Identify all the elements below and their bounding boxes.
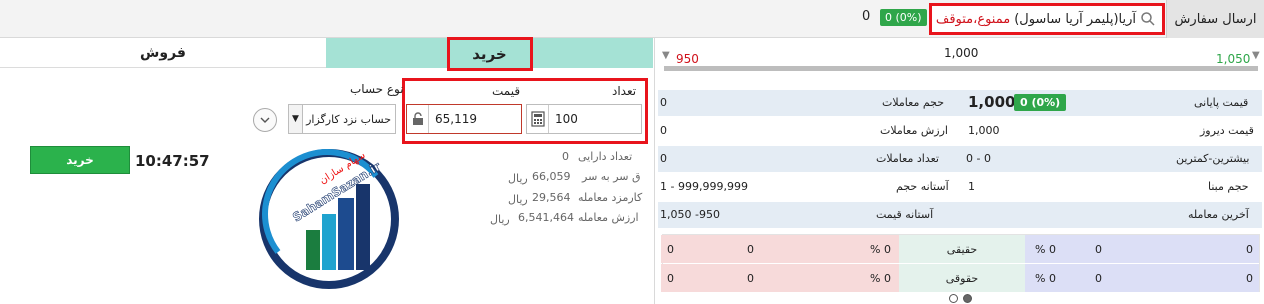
volume-value: 0: [660, 96, 667, 109]
fee-unit: ریال: [508, 193, 528, 206]
symbol-search-box[interactable]: آریا(پلیمر آریا ساسول) ممنوع،متوقف: [929, 3, 1165, 35]
table-cell: % 0: [835, 235, 899, 263]
assets-value: 0: [562, 150, 569, 163]
assets-label: تعداد دارایی: [578, 150, 633, 163]
search-icon: [1141, 12, 1155, 26]
tab-buy[interactable]: خرید: [446, 37, 533, 71]
count-value: 0: [660, 152, 667, 165]
close-change-badge: 0 (0%): [1014, 94, 1067, 111]
tab-buy-container[interactable]: خرید: [326, 37, 653, 71]
trade-value-label: ارزش معامله: [578, 211, 639, 224]
price-input[interactable]: 65,119: [406, 104, 522, 134]
symbol-status: ممنوع،متوقف: [935, 11, 1011, 27]
volume-threshold-label: آستانه حجم: [896, 180, 949, 193]
breakeven-label: ق سر به سر: [582, 170, 641, 183]
table-cell: 0: [1185, 235, 1259, 263]
value-value: 0: [660, 124, 667, 137]
expand-button[interactable]: [253, 108, 277, 132]
price-threshold-value: 1,050 -950: [660, 208, 720, 221]
buy-submit-button[interactable]: خرید: [30, 146, 130, 174]
table-cell: 0: [661, 264, 739, 292]
value-label: ارزش معاملات: [880, 124, 948, 137]
last-trade-label: آخرین معامله: [1188, 208, 1249, 221]
tab-sell[interactable]: فروش: [0, 38, 326, 68]
table-row-label: حقوقی: [899, 264, 1025, 292]
yesterday-label: قیمت دیروز: [1200, 124, 1254, 137]
range-low: 950: [676, 52, 699, 66]
count-label: تعداد معاملات: [876, 152, 939, 165]
minmax-value: 0 - 0: [966, 152, 991, 165]
yesterday-value: 1,000: [968, 124, 1000, 137]
base-volume-value: 1: [968, 180, 975, 193]
volume-label: حجم معاملات: [882, 96, 945, 109]
sahamsazan-logo: سهام سازان SahamSazan.ir: [259, 149, 399, 289]
close-price-label: قیمت پایانی: [1194, 96, 1249, 109]
stats-row-5: [658, 202, 1262, 228]
close-price-value: 1,000: [968, 93, 1016, 111]
range-high: 1,050: [1216, 52, 1251, 66]
price-threshold-label: آستانه قیمت: [876, 208, 934, 221]
table-cell: 0: [1185, 264, 1259, 292]
price-label: قیمت: [492, 84, 521, 98]
stats-row-3: [658, 146, 1262, 172]
table-cell: % 0: [835, 264, 899, 292]
trade-value-unit: ریال: [490, 213, 510, 226]
unlock-icon[interactable]: [407, 105, 429, 133]
stats-row-4: [658, 174, 1262, 200]
top-bar: ارسال سفارش آریا(پلیمر آریا ساسول) ممنوع…: [0, 0, 1264, 38]
table-row-label: حقیقی: [899, 235, 1025, 263]
minmax-label: بیشترین-کمترین: [1176, 152, 1250, 165]
up-arrow-icon: ▼: [1252, 50, 1260, 61]
volume-threshold-value: 1 - 999,999,999: [660, 180, 748, 193]
account-type-select[interactable]: حساب نزد کارگزار ▼: [288, 104, 396, 134]
fee-value: 29,564: [532, 191, 571, 204]
pager-dot-1[interactable]: [949, 294, 958, 303]
down-arrow-icon: ▼: [662, 50, 670, 61]
pager-dot-2[interactable]: [963, 294, 972, 303]
top-change-badge: 0 (0%): [880, 9, 927, 26]
symbol-name: آریا(پلیمر آریا ساسول): [1014, 11, 1136, 27]
stats-row-1: [658, 90, 1262, 116]
table-cell: 0: [739, 264, 835, 292]
account-type-value: حساب نزد کارگزار: [306, 112, 391, 126]
chevron-down-icon: ▼: [289, 105, 303, 133]
table-cell: 0: [1089, 235, 1185, 263]
base-volume-label: حجم مبنا: [1208, 180, 1249, 193]
qty-label: تعداد: [612, 84, 637, 98]
legal-individual-table: 0 0 % 0 حقیقی % 0 0 0 0 0 % 0 حقوقی % 0 …: [661, 234, 1260, 292]
account-type-label: نوع حساب: [350, 82, 404, 96]
stats-row-2: [658, 118, 1262, 144]
trade-value-value: 6,541,464: [518, 211, 574, 224]
breakeven-value: 66,059: [532, 170, 571, 183]
price-range-slider[interactable]: [664, 66, 1258, 71]
table-cell: 0: [1089, 264, 1185, 292]
chevron-down-icon: [260, 117, 270, 123]
clock-time: 10:47:57: [135, 152, 210, 170]
fee-label: کارمزد معامله: [578, 191, 643, 204]
table-cell: 0: [661, 235, 739, 263]
range-mid: 1,000: [944, 46, 979, 60]
qty-value: 100: [555, 112, 578, 126]
breakeven-unit: ریال: [508, 172, 528, 185]
table-cell: % 0: [1025, 235, 1089, 263]
table-cell: 0: [739, 235, 835, 263]
price-value: 65,119: [435, 112, 477, 126]
qty-input[interactable]: 100: [526, 104, 642, 134]
table-cell: % 0: [1025, 264, 1089, 292]
top-last-price: 0: [862, 9, 871, 24]
calculator-icon[interactable]: [527, 105, 549, 133]
send-order-button[interactable]: ارسال سفارش: [1166, 0, 1264, 38]
